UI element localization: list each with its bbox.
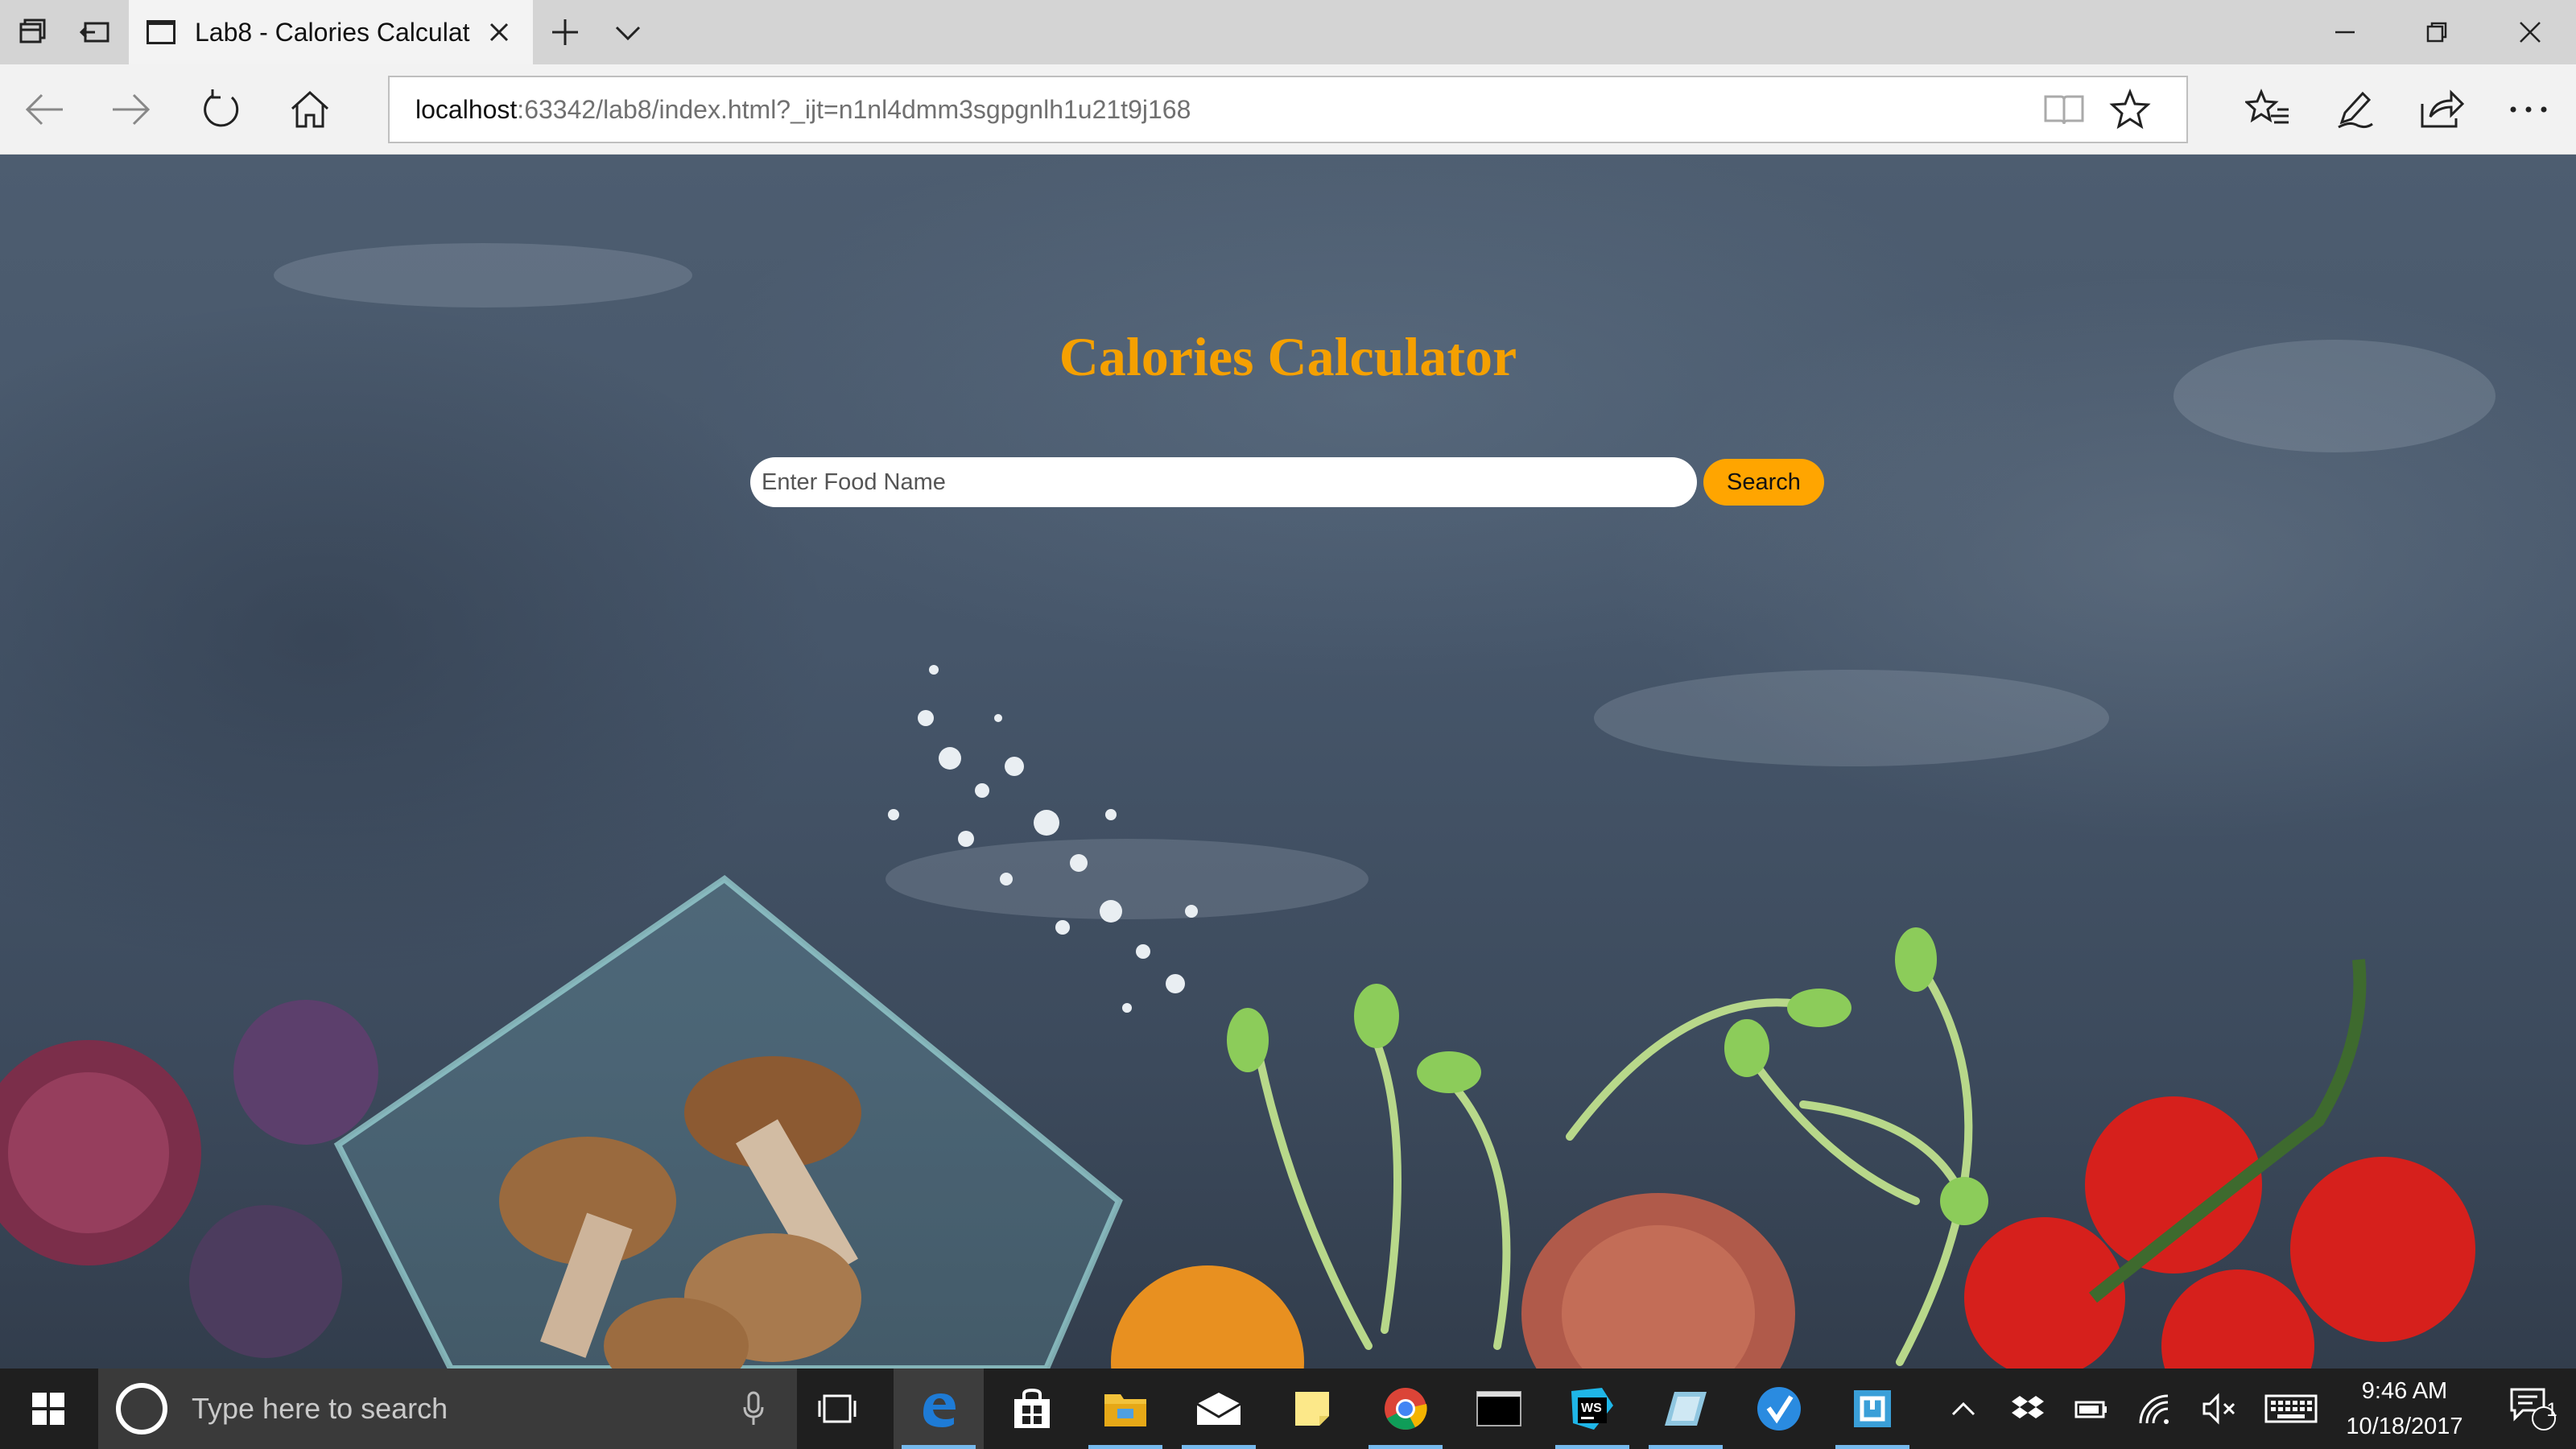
taskbar-file-explorer-icon[interactable] [1080, 1368, 1170, 1449]
taskbar-clock[interactable]: 9:46 AM 10/18/2017 [2322, 1368, 2487, 1449]
action-center-icon[interactable]: 1 [2492, 1368, 2573, 1449]
page-title: Calories Calculator [1059, 326, 1517, 387]
food-name-input[interactable] [750, 457, 1697, 507]
taskbar-chrome-icon[interactable] [1360, 1368, 1451, 1449]
close-tab-icon[interactable] [483, 0, 515, 64]
clock-date: 10/18/2017 [2346, 1414, 2463, 1439]
microphone-icon[interactable] [742, 1368, 765, 1449]
task-view-icon[interactable] [805, 1368, 869, 1449]
tab-title: Lab8 - Calories Calculat [195, 17, 470, 47]
page-icon [147, 20, 175, 44]
reading-view-icon[interactable] [2032, 77, 2096, 142]
volume-muted-icon[interactable] [2191, 1368, 2248, 1449]
taskbar-sticky-notes-icon[interactable] [1267, 1368, 1357, 1449]
taskbar-app-icon[interactable] [1734, 1368, 1824, 1449]
taskbar-app-icon[interactable] [1641, 1368, 1731, 1449]
taskbar-mail-icon[interactable] [1174, 1368, 1264, 1449]
taskbar-search-placeholder: Type here to search [192, 1392, 448, 1425]
tab-sets-icon[interactable] [0, 0, 64, 64]
restore-icon[interactable] [2391, 0, 2483, 64]
web-note-pen-icon[interactable] [2310, 64, 2399, 155]
favorites-hub-icon[interactable] [2223, 64, 2312, 155]
share-icon[interactable] [2397, 64, 2486, 155]
touch-keyboard-icon[interactable] [2259, 1368, 2323, 1449]
svg-text:WS: WS [1581, 1402, 1602, 1415]
browser-titlebar: Lab8 - Calories Calculat [0, 0, 2576, 64]
taskbar-terminal-icon[interactable] [1454, 1368, 1544, 1449]
minimize-icon[interactable] [2299, 0, 2391, 64]
more-options-icon[interactable] [2484, 64, 2573, 155]
battery-icon[interactable] [2062, 1368, 2119, 1449]
address-bar[interactable]: localhost:63342/lab8/index.html?_ijt=n1n… [388, 76, 2188, 143]
taskbar-store-icon[interactable] [987, 1368, 1077, 1449]
wifi-icon[interactable] [2127, 1368, 2183, 1449]
tab-preview-chevron-icon[interactable] [596, 0, 660, 64]
page-content: Calories Calculator Search [0, 155, 2576, 1368]
close-window-icon[interactable] [2484, 0, 2576, 64]
start-windows-icon[interactable] [0, 1368, 97, 1449]
taskbar-app-icon[interactable] [1827, 1368, 1918, 1449]
taskbar-search-box[interactable]: Type here to search [98, 1368, 797, 1449]
cortana-icon[interactable] [116, 1383, 167, 1435]
home-icon[interactable] [266, 64, 354, 155]
clock-time: 9:46 AM [2361, 1378, 2448, 1404]
notification-count-badge: 1 [2546, 1399, 2557, 1421]
new-tab-icon[interactable] [533, 0, 597, 64]
refresh-icon[interactable] [177, 64, 266, 155]
tab-active[interactable]: Lab8 - Calories Calculat [129, 0, 533, 64]
back-arrow-icon[interactable] [0, 64, 89, 155]
taskbar-webstorm-icon[interactable]: WS [1547, 1368, 1637, 1449]
dropbox-icon[interactable] [2000, 1368, 2056, 1449]
windows-taskbar: Type here to search WS 9:46 AM 10/18/201… [0, 1368, 2576, 1449]
url-text[interactable]: localhost:63342/lab8/index.html?_ijt=n1n… [415, 95, 1191, 125]
browser-navbar: localhost:63342/lab8/index.html?_ijt=n1n… [0, 64, 2576, 155]
show-hidden-icons-chevron-icon[interactable] [1935, 1368, 1992, 1449]
forward-arrow-icon[interactable] [87, 64, 175, 155]
search-button[interactable]: Search [1703, 459, 1824, 506]
favorite-star-icon[interactable] [2098, 77, 2162, 142]
taskbar-edge-icon[interactable] [894, 1368, 984, 1449]
set-tabs-aside-icon[interactable] [63, 0, 127, 64]
